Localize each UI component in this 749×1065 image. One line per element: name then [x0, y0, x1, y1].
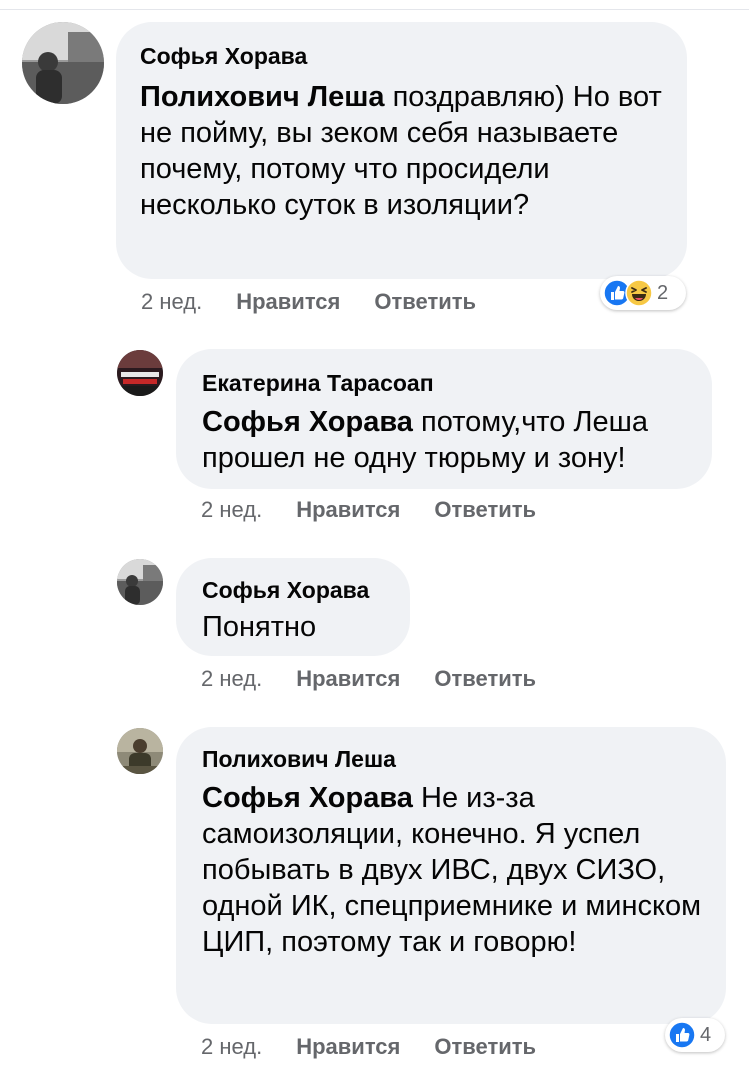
top-divider — [0, 9, 749, 10]
like-button[interactable]: Нравится — [296, 1034, 400, 1059]
like-button[interactable]: Нравится — [236, 289, 340, 314]
reaction-summary[interactable]: 4 — [665, 1018, 725, 1052]
comment-actions: 2 нед. Нравится Ответить — [141, 289, 510, 315]
comment-bubble: Софья Хорава Полихович Леша поздравляю) … — [116, 22, 687, 279]
reply-button[interactable]: Ответить — [434, 497, 536, 522]
comment-author[interactable]: Екатерина Тарасоап — [202, 369, 686, 397]
mention-link[interactable]: Софья Хорава — [202, 782, 413, 814]
comment-body: Понятно — [202, 611, 317, 643]
comment-timestamp[interactable]: 2 нед. — [141, 289, 202, 314]
mention-link[interactable]: Полихович Леша — [140, 81, 385, 113]
comment-text: Полихович Леша поздравляю) Но вот не пой… — [140, 79, 663, 223]
comment-actions: 2 нед. Нравится Ответить — [201, 1034, 570, 1060]
comment-author[interactable]: Софья Хорава — [202, 576, 384, 604]
comment-timestamp[interactable]: 2 нед. — [201, 1034, 262, 1059]
haha-icon — [625, 279, 653, 307]
avatar[interactable] — [117, 559, 163, 605]
comment-actions: 2 нед. Нравится Ответить — [201, 497, 570, 523]
avatar[interactable] — [117, 350, 163, 396]
like-button[interactable]: Нравится — [296, 497, 400, 522]
reaction-count: 4 — [700, 1023, 712, 1046]
comment-timestamp[interactable]: 2 нед. — [201, 497, 262, 522]
reply-button[interactable]: Ответить — [434, 1034, 536, 1059]
comment-author[interactable]: Полихович Леша — [202, 745, 700, 773]
mention-link[interactable]: Софья Хорава — [202, 406, 413, 438]
comment-text: Софья Хорава Не из-за самоизоляции, коне… — [202, 780, 702, 960]
comment-bubble: Екатерина Тарасоап Софья Хорава потому,ч… — [176, 349, 712, 489]
comment-actions: 2 нед. Нравится Ответить — [201, 666, 570, 692]
comment-text: Софья Хорава потому,что Леша прошел не о… — [202, 404, 686, 476]
reaction-count: 2 — [657, 281, 669, 304]
like-button[interactable]: Нравится — [296, 666, 400, 691]
avatar[interactable] — [117, 728, 163, 774]
avatar[interactable] — [22, 22, 104, 104]
comment-text: Понятно — [202, 609, 384, 645]
comment-author[interactable]: Софья Хорава — [140, 42, 663, 70]
comment-timestamp[interactable]: 2 нед. — [201, 666, 262, 691]
comment-bubble: Софья Хорава Понятно — [176, 558, 410, 656]
comment-bubble: Полихович Леша Софья Хорава Не из-за сам… — [176, 727, 726, 1024]
like-icon — [668, 1021, 696, 1049]
reaction-summary[interactable]: 2 — [600, 276, 686, 310]
reply-button[interactable]: Ответить — [434, 666, 536, 691]
reply-button[interactable]: Ответить — [374, 289, 476, 314]
